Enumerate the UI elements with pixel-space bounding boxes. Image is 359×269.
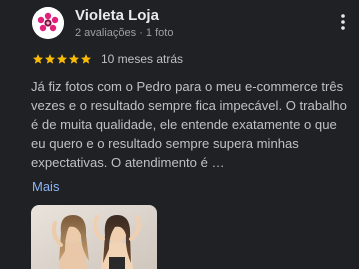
- star-icon: [45, 54, 55, 64]
- more-options-button[interactable]: [336, 12, 350, 32]
- more-link[interactable]: Mais: [32, 179, 59, 194]
- review-date: 10 meses atrás: [101, 52, 184, 66]
- rating-row: 10 meses atrás: [32, 52, 183, 66]
- star-rating: [32, 53, 92, 65]
- review-photo[interactable]: [31, 205, 157, 269]
- star-icon: [81, 54, 91, 64]
- star-icon: [57, 54, 67, 64]
- reviewer-name[interactable]: Violeta Loja: [75, 7, 159, 24]
- reviewer-meta: 2 avaliações · 1 foto: [75, 27, 174, 39]
- photo-thumbnail-image: [31, 205, 157, 269]
- review-text: Já fiz fotos com o Pedro para o meu e-co…: [31, 79, 347, 170]
- more-vert-icon: [341, 14, 345, 30]
- star-icon: [33, 54, 43, 64]
- star-icon: [69, 54, 79, 64]
- avatar[interactable]: [32, 7, 64, 39]
- review-card: Violeta Loja 2 avaliações · 1 foto 10 me…: [0, 0, 359, 269]
- store-logo-icon: [32, 7, 64, 39]
